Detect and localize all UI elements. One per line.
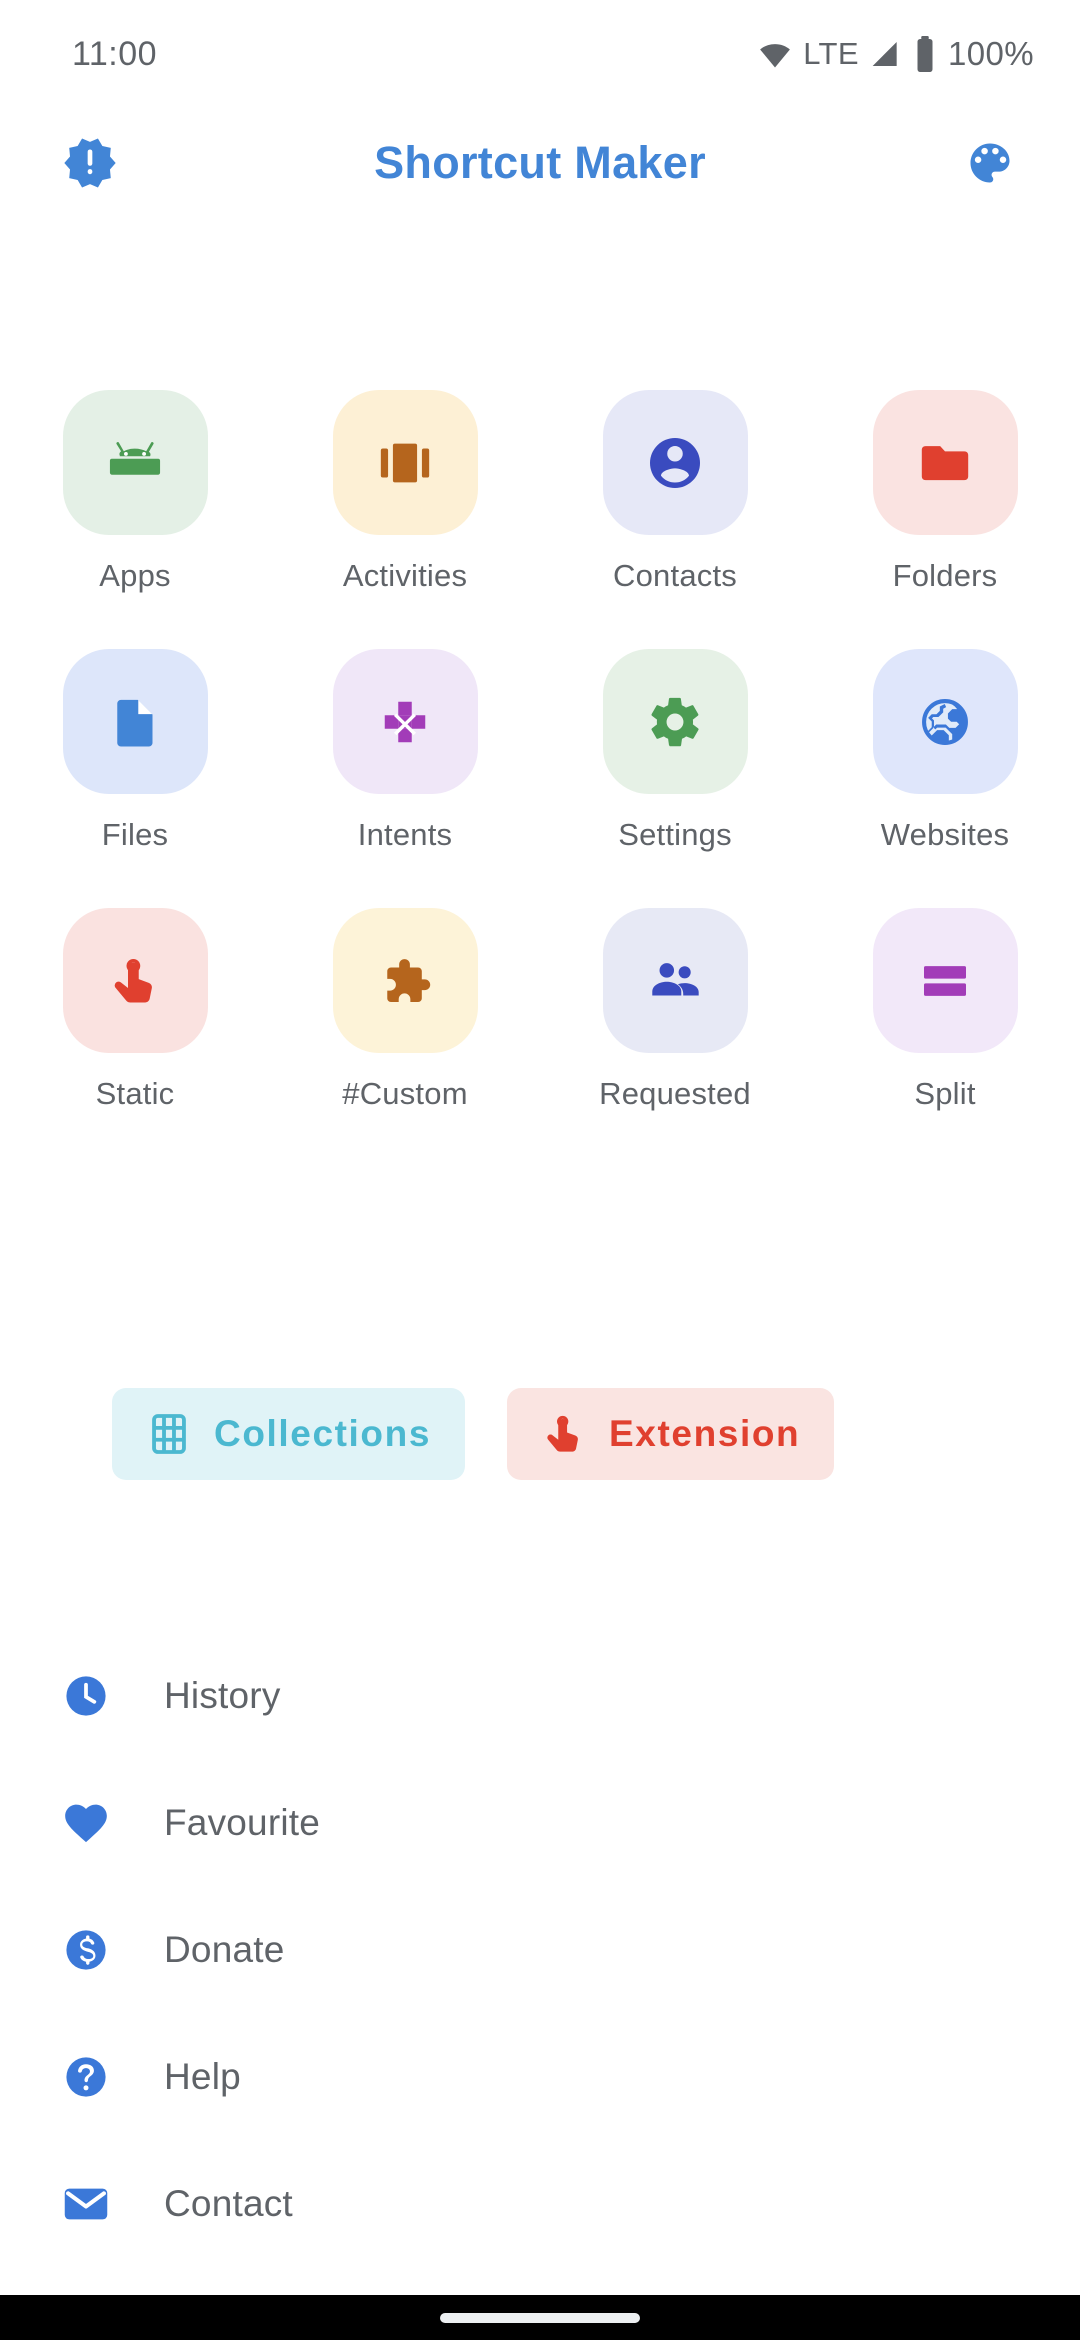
grid-item-label: Websites: [880, 817, 1010, 852]
network-type-label: LTE: [803, 36, 859, 71]
battery-percent-label: 100%: [947, 35, 1034, 72]
menu-item-help[interactable]: Help: [0, 2013, 1080, 2140]
grid-item-split[interactable]: Split: [810, 908, 1080, 1112]
menu-item-contact[interactable]: Contact: [0, 2140, 1080, 2267]
collections-button-label: Collections: [214, 1413, 432, 1454]
grid-item-files[interactable]: Files: [0, 649, 270, 853]
collections-button[interactable]: Collections: [112, 1388, 466, 1480]
grid-item-custom[interactable]: #Custom: [270, 908, 540, 1112]
people-icon: [652, 962, 699, 995]
grid-item-label: Apps: [99, 558, 171, 593]
four-arrows-icon: [384, 701, 426, 742]
status-bar: 11:00 LTE 100%: [0, 0, 1080, 108]
tile-activities: [332, 390, 478, 535]
grid-item-label: Requested: [599, 1076, 751, 1111]
tile-requested: [602, 908, 748, 1053]
tile-contacts: [602, 390, 748, 535]
signal-icon: [872, 42, 897, 66]
tile-settings: [602, 649, 748, 794]
status-indicators: LTE 100%: [758, 35, 1034, 73]
tile-split: [872, 908, 1018, 1053]
split-bars-icon: [924, 965, 966, 996]
menu-item-label: Donate: [164, 1928, 285, 1970]
grid-item-apps[interactable]: Apps: [0, 390, 270, 594]
clock-icon: [60, 1670, 112, 1722]
menu-item-label: Contact: [164, 2182, 293, 2224]
grid-item-label: Static: [95, 1076, 175, 1111]
envelope-icon: [60, 2178, 112, 2230]
system-navigation-bar: [0, 2295, 1080, 2340]
grid-item-label: Files: [101, 817, 169, 852]
tile-custom: [332, 908, 478, 1053]
heart-icon: [60, 1797, 112, 1849]
grid-item-label: Split: [914, 1076, 976, 1111]
puzzle-piece-icon: [387, 958, 431, 1002]
account-circle-icon: [650, 437, 700, 488]
app-bar: Shortcut Maker: [0, 108, 1080, 218]
tile-apps: [62, 390, 208, 535]
menu-item-label: Help: [164, 2055, 241, 2097]
gear-icon: [651, 697, 699, 746]
grid-item-intents[interactable]: Intents: [270, 649, 540, 853]
menu-item-donate[interactable]: Donate: [0, 1886, 1080, 2013]
touch-finger-icon: [114, 958, 152, 1002]
grid-item-label: Contacts: [613, 558, 737, 593]
grid-item-contacts[interactable]: Contacts: [540, 390, 810, 594]
grid-item-label: Activities: [342, 558, 468, 593]
tile-folders: [872, 390, 1018, 535]
wifi-icon: [760, 44, 791, 68]
action-button-row: Collections Extension: [0, 1388, 1080, 1480]
extension-button-label: Extension: [609, 1413, 801, 1454]
grid-item-activities[interactable]: Activities: [270, 390, 540, 594]
shortcut-type-grid: Apps Activities Contacts Folders Files I…: [0, 390, 1080, 1112]
grid-item-label: Folders: [892, 558, 998, 593]
android-robot-icon: [109, 441, 161, 475]
touch-finger-icon: [547, 1415, 578, 1452]
document-icon: [117, 699, 153, 746]
announcement-badge-button[interactable]: [56, 129, 124, 197]
page-title: Shortcut Maker: [374, 137, 706, 188]
status-clock: 11:00: [72, 34, 158, 73]
tile-websites: [872, 649, 1018, 794]
menu-item-label: Favourite: [164, 1801, 321, 1843]
view-carousel-icon: [380, 443, 430, 482]
grid-item-settings[interactable]: Settings: [540, 649, 810, 853]
theme-palette-button[interactable]: [956, 129, 1024, 197]
dollar-icon: [60, 1924, 112, 1976]
tile-files: [62, 649, 208, 794]
grid-item-static[interactable]: Static: [0, 908, 270, 1112]
grid-item-label: Intents: [357, 817, 453, 852]
menu-item-label: History: [164, 1674, 281, 1716]
palette-icon: [970, 143, 1010, 183]
extension-button[interactable]: Extension: [507, 1388, 835, 1480]
grid-item-folders[interactable]: Folders: [810, 390, 1080, 594]
menu-list: History Favourite Donate Help Contact: [0, 1632, 1080, 2267]
folder-icon: [921, 445, 969, 480]
grid-item-websites[interactable]: Websites: [810, 649, 1080, 853]
tile-intents: [332, 649, 478, 794]
menu-item-favourite[interactable]: Favourite: [0, 1759, 1080, 1886]
question-icon: [60, 2051, 112, 2103]
phone-screen: 11:00 LTE 100% Shortcut Maker Apps Activ…: [0, 0, 1080, 2340]
battery-icon: [917, 36, 933, 72]
globe-icon: [922, 698, 968, 745]
tile-static: [62, 908, 208, 1053]
announcement-badge-icon: [64, 138, 116, 188]
grid-item-label: #Custom: [342, 1076, 468, 1111]
grid-item-label: Settings: [618, 817, 732, 852]
home-gesture-pill[interactable]: [440, 2312, 640, 2323]
menu-item-history[interactable]: History: [0, 1632, 1080, 1759]
grid-table-icon: [152, 1414, 186, 1454]
grid-item-requested[interactable]: Requested: [540, 908, 810, 1112]
